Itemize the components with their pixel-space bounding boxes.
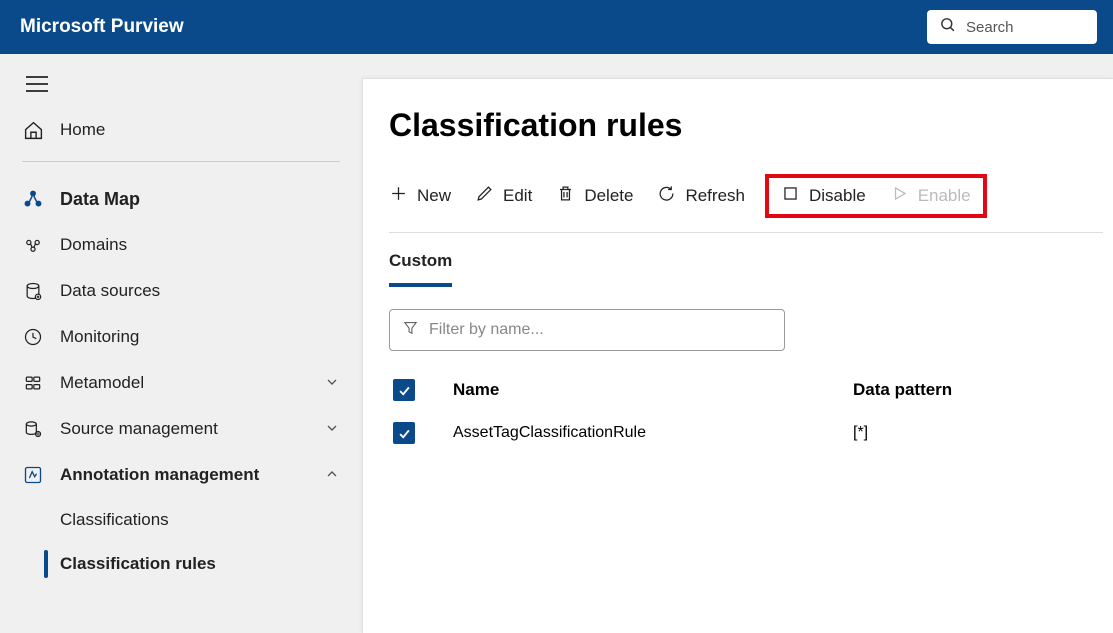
- sourcemgmt-icon: [22, 418, 44, 440]
- sidebar-item-label: Domains: [60, 235, 342, 255]
- sidebar-divider: [22, 161, 340, 162]
- tabs: Custom: [389, 251, 1103, 287]
- button-label: Enable: [918, 186, 971, 206]
- search-icon: [939, 16, 956, 38]
- chevron-down-icon: [324, 374, 342, 392]
- sidebar-item-label: Monitoring: [60, 327, 342, 347]
- enable-button: Enable: [890, 184, 971, 208]
- button-label: Refresh: [685, 186, 745, 206]
- toolbar: New Edit Delete: [389, 174, 1103, 233]
- delete-icon: [556, 184, 575, 208]
- brand-label: Microsoft Purview: [20, 16, 184, 38]
- home-icon: [22, 119, 44, 141]
- sidebar-item-metamodel[interactable]: Metamodel: [0, 360, 362, 406]
- col-name: Name: [453, 380, 853, 400]
- datamap-icon: [22, 188, 44, 210]
- button-label: Delete: [584, 186, 633, 206]
- app-header: Microsoft Purview: [0, 0, 1113, 54]
- cell-name: AssetTagClassificationRule: [453, 424, 853, 442]
- button-label: Disable: [809, 186, 866, 206]
- cell-data-pattern: [*]: [853, 424, 1099, 442]
- highlight-box: Disable Enable: [765, 174, 987, 218]
- sidebar-item-label: Metamodel: [60, 373, 324, 393]
- delete-button[interactable]: Delete: [556, 184, 633, 208]
- edit-icon: [475, 184, 494, 208]
- button-label: New: [417, 186, 451, 206]
- sidebar-item-datasources[interactable]: Data sources: [0, 268, 362, 314]
- col-data-pattern: Data pattern: [853, 380, 1099, 400]
- chevron-down-icon: [324, 420, 342, 438]
- body: Home Data Map Domains: [0, 54, 1113, 633]
- sidebar-item-domains[interactable]: Domains: [0, 222, 362, 268]
- sidebar-item-monitoring[interactable]: Monitoring: [0, 314, 362, 360]
- enable-icon: [890, 184, 909, 208]
- sidebar-sub-label: Classifications: [60, 510, 169, 530]
- datasources-icon: [22, 280, 44, 302]
- monitoring-icon: [22, 326, 44, 348]
- sidebar-datamap[interactable]: Data Map: [0, 176, 362, 222]
- button-label: Edit: [503, 186, 532, 206]
- disable-button[interactable]: Disable: [781, 184, 866, 208]
- sidebar: Home Data Map Domains: [0, 54, 362, 633]
- refresh-icon: [657, 184, 676, 208]
- edit-button[interactable]: Edit: [475, 184, 532, 208]
- main-panel: Classification rules New: [362, 78, 1113, 633]
- filter-input[interactable]: [429, 321, 772, 339]
- select-all-checkbox[interactable]: [393, 379, 415, 401]
- sidebar-sub-classification-rules[interactable]: Classification rules: [0, 542, 362, 586]
- sidebar-home[interactable]: Home: [0, 107, 362, 153]
- row-checkbox[interactable]: [393, 422, 415, 444]
- tab-label: Custom: [389, 251, 452, 270]
- sidebar-item-source-management[interactable]: Source management: [0, 406, 362, 452]
- filter-box[interactable]: [389, 309, 785, 351]
- hamburger-button[interactable]: [0, 66, 362, 107]
- chevron-up-icon: [324, 466, 342, 484]
- sidebar-item-label: Annotation management: [60, 465, 324, 485]
- new-button[interactable]: New: [389, 184, 451, 208]
- sidebar-item-label: Data sources: [60, 281, 342, 301]
- sidebar-home-label: Home: [60, 120, 342, 140]
- sidebar-sub-label: Classification rules: [60, 554, 216, 574]
- table-header: Name Data pattern: [389, 369, 1103, 412]
- sidebar-item-label: Source management: [60, 419, 324, 439]
- domains-icon: [22, 234, 44, 256]
- refresh-button[interactable]: Refresh: [657, 184, 745, 208]
- tab-custom[interactable]: Custom: [389, 251, 452, 287]
- annotation-icon: [22, 464, 44, 486]
- table-row[interactable]: AssetTagClassificationRule [*]: [389, 412, 1103, 454]
- page-title: Classification rules: [389, 107, 1103, 144]
- search-input[interactable]: [966, 19, 1085, 36]
- global-search[interactable]: [927, 10, 1097, 44]
- disable-icon: [781, 184, 800, 208]
- plus-icon: [389, 184, 408, 208]
- sidebar-datamap-label: Data Map: [60, 189, 342, 210]
- sidebar-sub-classifications[interactable]: Classifications: [0, 498, 362, 542]
- metamodel-icon: [22, 372, 44, 394]
- rules-table: Name Data pattern AssetTagClassification…: [389, 369, 1103, 454]
- filter-icon: [402, 319, 419, 341]
- sidebar-item-annotation-management[interactable]: Annotation management: [0, 452, 362, 498]
